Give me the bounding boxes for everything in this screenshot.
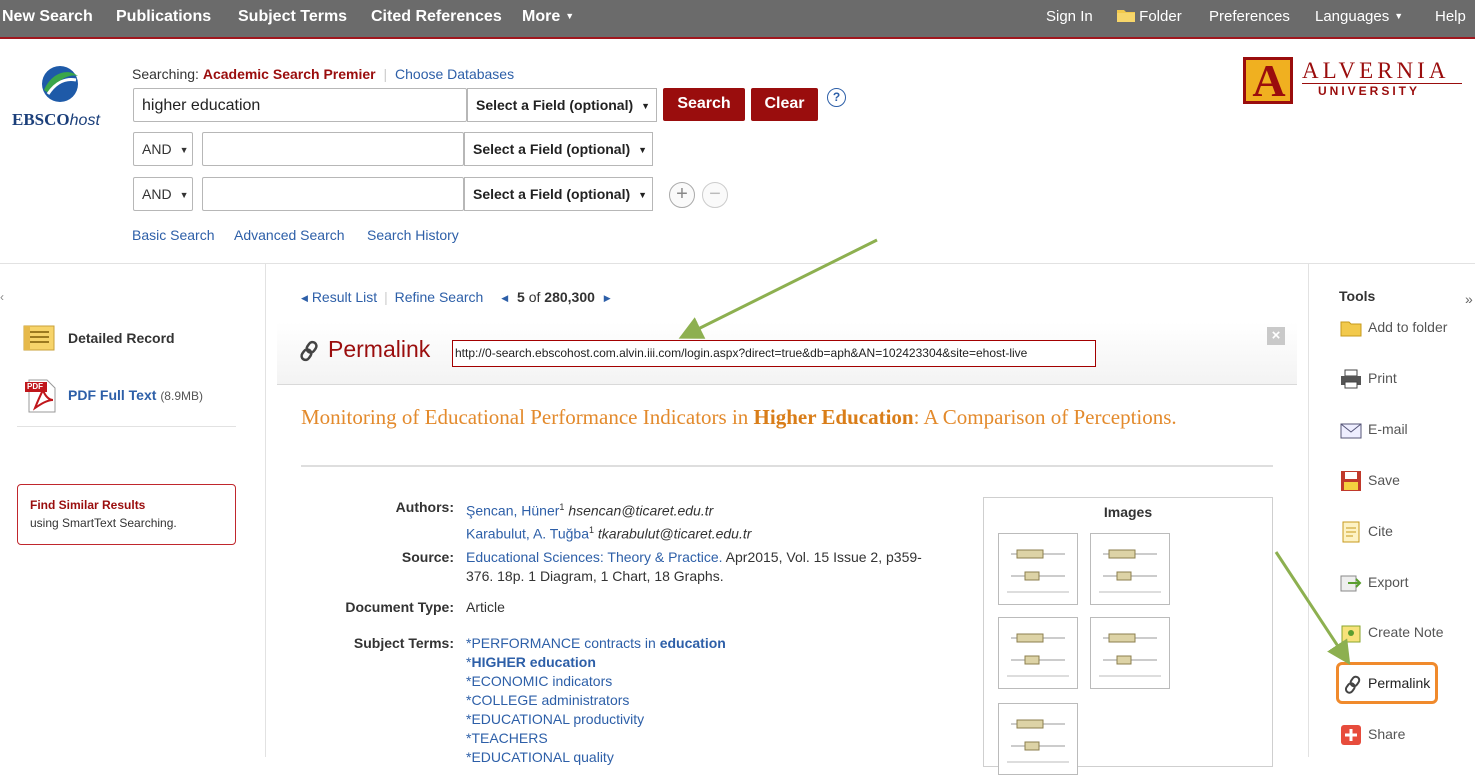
arrow-to-permalink-tool (1274, 551, 1351, 666)
arrow-to-permalink-url (678, 238, 878, 339)
annotation-arrows (678, 238, 1351, 666)
